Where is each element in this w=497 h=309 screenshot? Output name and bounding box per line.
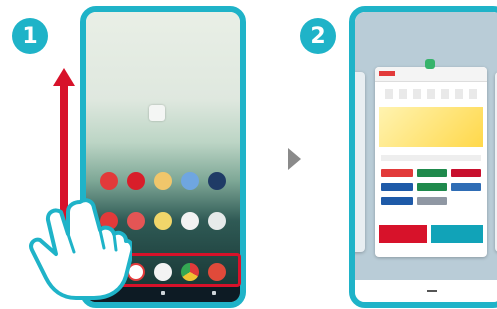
recents-icon[interactable] xyxy=(212,291,217,295)
banner-teal[interactable] xyxy=(431,225,483,243)
red-button[interactable] xyxy=(381,169,413,177)
next-step-arrow xyxy=(288,148,301,170)
menu-icons-row xyxy=(385,89,477,99)
step-2-badge: 2 xyxy=(300,18,336,54)
promo-banner xyxy=(379,107,483,147)
recent-app-card[interactable] xyxy=(375,67,487,257)
blue-button[interactable] xyxy=(451,183,481,191)
white-app-icon[interactable] xyxy=(181,212,199,230)
step-number: 1 xyxy=(22,23,38,49)
home-icon[interactable] xyxy=(160,291,165,295)
recent-app-icon xyxy=(425,59,435,69)
gray-button[interactable] xyxy=(417,197,447,205)
blue-app-icon[interactable] xyxy=(181,172,199,190)
recent-app-card-partial[interactable] xyxy=(355,72,365,252)
hand-gesture-icon xyxy=(29,198,132,300)
search-widget[interactable] xyxy=(149,105,165,121)
red-button[interactable] xyxy=(451,169,481,177)
yellow-app-icon[interactable] xyxy=(154,212,172,230)
green-button[interactable] xyxy=(417,183,447,191)
step-number: 2 xyxy=(310,23,326,49)
blue-button[interactable] xyxy=(381,183,413,191)
green-button[interactable] xyxy=(417,169,447,177)
dark-app-icon[interactable] xyxy=(208,172,226,190)
white-app-icon[interactable] xyxy=(208,212,226,230)
content-block xyxy=(381,155,481,161)
red-app-icon[interactable] xyxy=(100,172,118,190)
blue-button[interactable] xyxy=(381,197,413,205)
home-indicator xyxy=(427,290,437,292)
orange-app-icon[interactable] xyxy=(154,172,172,190)
recents-bottom-bar xyxy=(355,280,497,302)
red-app-icon[interactable] xyxy=(127,172,145,190)
recent-apps-screen xyxy=(355,12,497,302)
step-1-badge: 1 xyxy=(12,18,48,54)
brand-logo xyxy=(379,71,395,76)
banner-red[interactable] xyxy=(379,225,427,243)
step-2-phone xyxy=(349,6,497,308)
